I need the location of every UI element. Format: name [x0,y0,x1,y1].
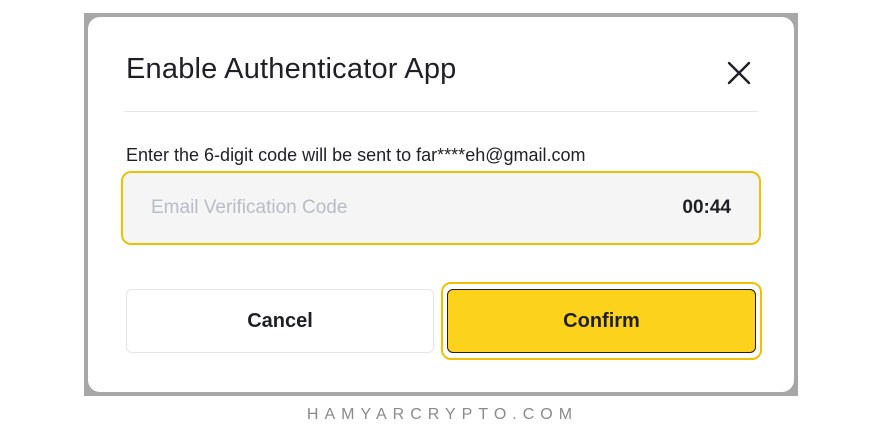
verification-hint: Enter the 6-digit code will be sent to f… [126,145,586,165]
close-icon[interactable] [725,59,753,87]
site-watermark: HAMYARCRYPTO.COM [306,406,579,423]
dialog-title: Enable Authenticator App [126,53,457,85]
countdown-timer: 00:44 [682,197,731,218]
enable-authenticator-dialog: Enable Authenticator App Enter the 6-dig… [88,17,794,392]
verification-code-field[interactable]: 00:44 [121,171,761,245]
confirm-button[interactable]: Confirm [447,289,756,353]
cancel-button[interactable]: Cancel [126,289,434,353]
header-divider [124,111,758,112]
verification-code-input[interactable] [151,191,611,225]
